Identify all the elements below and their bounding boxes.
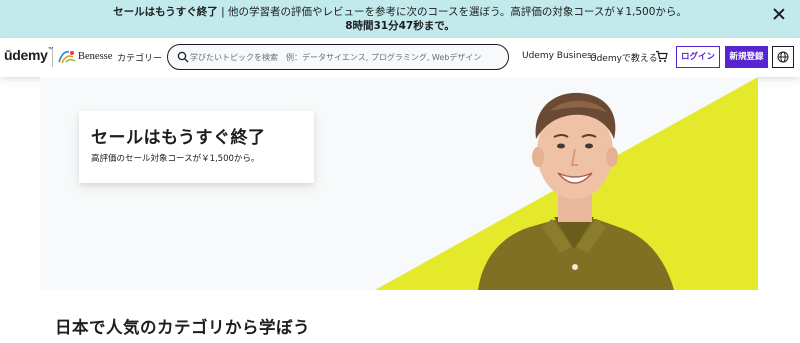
hero-banner (40, 77, 758, 290)
hero-title: セールはもうすぐ終了 (91, 128, 266, 148)
section-title: 日本で人気のカテゴリから学ぼう (55, 318, 310, 337)
promo-countdown: 8時間31分47秒まで。 (345, 20, 455, 32)
cart-icon[interactable] (655, 50, 668, 63)
search-input[interactable] (190, 49, 502, 65)
search-icon[interactable] (177, 51, 189, 63)
login-button[interactable]: ログイン (676, 46, 720, 68)
promo-message-line: セールはもうすぐ終了 | 他の学習者の評価やレビューを参考に次のコースを選ぼう。… (0, 5, 800, 19)
hero-person-image (478, 92, 674, 290)
globe-icon (777, 51, 789, 63)
search-bar[interactable] (167, 44, 509, 70)
nav-udemy-business[interactable]: Udemy Business (522, 51, 596, 61)
nav-teach-on-udemy[interactable]: Udemyで教える (590, 51, 658, 64)
benesse-logo-text: Benesse (78, 51, 113, 62)
language-button[interactable] (772, 46, 794, 68)
hero-card: セールはもうすぐ終了 高評価のセール対象コースが￥1,500から。 (79, 111, 314, 183)
signup-button[interactable]: 新規登録 (725, 46, 768, 68)
logo-divider (52, 48, 53, 67)
promo-message: | 他の学習者の評価やレビューを参考に次のコースを選ぼう。高評価の対象コースが￥… (217, 6, 687, 18)
header: ūdemy™ Benesse カテゴリー Udemy Business Udem… (0, 38, 800, 77)
promo-headline: セールはもうすぐ終了 (113, 6, 218, 18)
promo-banner: セールはもうすぐ終了 | 他の学習者の評価やレビューを参考に次のコースを選ぼう。… (0, 0, 800, 38)
udemy-logo-text: ūdemy (4, 47, 48, 63)
hero-text: 高評価のセール対象コースが￥1,500から。 (91, 154, 260, 164)
nav-category[interactable]: カテゴリー (117, 51, 162, 64)
benesse-mark-icon (58, 50, 76, 64)
udemy-logo[interactable]: ūdemy™ (4, 47, 54, 63)
close-icon[interactable] (772, 7, 786, 21)
